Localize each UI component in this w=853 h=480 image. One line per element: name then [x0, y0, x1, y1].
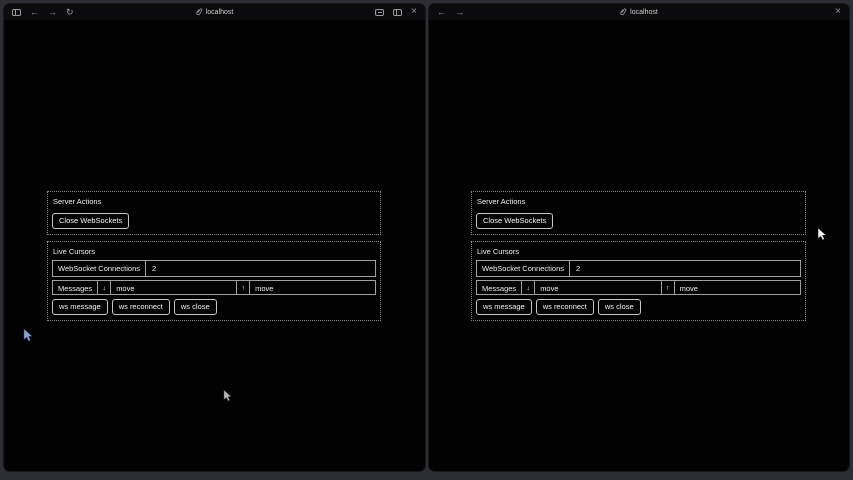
- ws-reconnect-button[interactable]: ws reconnect: [536, 299, 594, 315]
- close-websockets-button[interactable]: Close WebSockets: [476, 213, 553, 229]
- sidebar-toggle-icon[interactable]: [12, 4, 21, 21]
- page-title: localhost: [630, 9, 658, 16]
- back-icon[interactable]: ←: [30, 4, 39, 20]
- arrow-down-icon: ↓: [521, 280, 535, 295]
- live-cursors-title: Live Cursors: [477, 247, 801, 256]
- live-cursors-panel: Live Cursors WebSocket Connections 2 Mes…: [471, 241, 806, 321]
- link-icon: [196, 8, 203, 16]
- connections-value: 2: [146, 261, 162, 276]
- ws-reconnect-button[interactable]: ws reconnect: [112, 299, 170, 315]
- connections-value: 2: [570, 261, 586, 276]
- split-view-icon[interactable]: [393, 4, 402, 21]
- connections-label: WebSocket Connections: [477, 261, 570, 276]
- live-cursors-title: Live Cursors: [53, 247, 376, 256]
- outgoing-message-value: move: [249, 280, 376, 295]
- messages-row: Messages ↓ move ↑ move: [476, 280, 801, 295]
- reload-icon[interactable]: ↻: [66, 4, 74, 20]
- messages-label: Messages: [52, 280, 98, 295]
- forward-icon[interactable]: →: [48, 4, 57, 20]
- browser-window-left: ← → ↻ localhost × Server Actions Close W…: [4, 4, 425, 471]
- close-icon[interactable]: ×: [411, 4, 417, 20]
- server-actions-title: Server Actions: [477, 197, 801, 206]
- ws-close-button[interactable]: ws close: [174, 299, 217, 315]
- back-icon[interactable]: ←: [437, 4, 446, 20]
- ws-message-button[interactable]: ws message: [52, 299, 108, 315]
- ws-close-button[interactable]: ws close: [598, 299, 641, 315]
- incoming-message-value: move: [534, 280, 661, 295]
- ws-buttons-row: ws message ws reconnect ws close: [476, 299, 801, 315]
- address-title: localhost: [620, 4, 658, 20]
- app-content: Server Actions Close WebSockets Live Cur…: [471, 191, 806, 321]
- outgoing-message-value: move: [674, 280, 801, 295]
- address-title: localhost: [196, 4, 234, 20]
- connections-row: WebSocket Connections 2: [52, 260, 376, 277]
- server-actions-title: Server Actions: [53, 197, 376, 206]
- connections-label: WebSocket Connections: [53, 261, 146, 276]
- titlebar: ← → ↻ localhost ×: [4, 4, 425, 20]
- ws-message-button[interactable]: ws message: [476, 299, 532, 315]
- arrow-up-icon: ↑: [236, 280, 250, 295]
- titlebar: ← → localhost ×: [429, 4, 849, 20]
- messages-label: Messages: [476, 280, 522, 295]
- server-actions-panel: Server Actions Close WebSockets: [47, 191, 381, 235]
- page-title: localhost: [206, 9, 234, 16]
- ws-buttons-row: ws message ws reconnect ws close: [52, 299, 376, 315]
- close-websockets-button[interactable]: Close WebSockets: [52, 213, 129, 229]
- arrow-up-icon: ↑: [661, 280, 675, 295]
- link-icon: [620, 8, 627, 16]
- connections-row: WebSocket Connections 2: [476, 260, 801, 277]
- server-actions-panel: Server Actions Close WebSockets: [471, 191, 806, 235]
- browser-window-right: ← → localhost × Server Actions Close Web…: [429, 4, 849, 471]
- incoming-message-value: move: [110, 280, 237, 295]
- arrow-down-icon: ↓: [97, 280, 111, 295]
- close-icon[interactable]: ×: [835, 4, 841, 20]
- app-content: Server Actions Close WebSockets Live Cur…: [47, 191, 381, 321]
- page-actions-icon[interactable]: [375, 4, 384, 21]
- live-cursors-panel: Live Cursors WebSocket Connections 2 Mes…: [47, 241, 381, 321]
- messages-row: Messages ↓ move ↑ move: [52, 280, 376, 295]
- forward-icon[interactable]: →: [455, 4, 464, 20]
